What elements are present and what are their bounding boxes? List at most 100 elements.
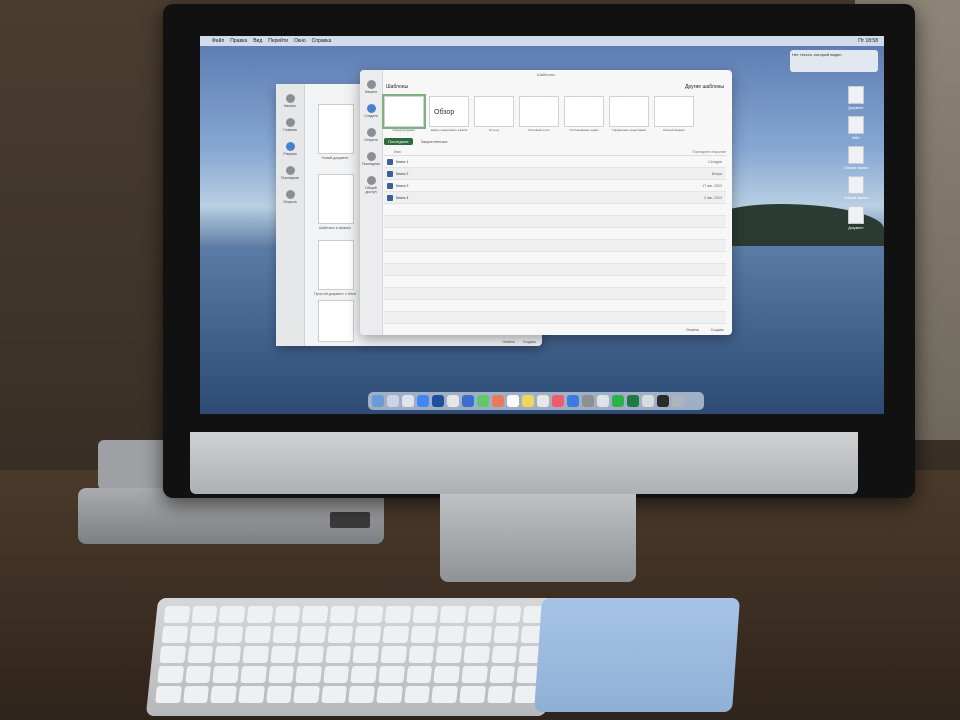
keyboard-key	[433, 666, 461, 683]
cancel-button[interactable]: Отмена	[686, 328, 699, 332]
sidebar-item-shared[interactable]: Общий доступ	[360, 176, 382, 194]
app-icon[interactable]	[642, 395, 654, 407]
messages-icon[interactable]	[477, 395, 489, 407]
file-row[interactable]: Книга 1 Сегодня	[384, 156, 726, 168]
photos-icon[interactable]	[492, 395, 504, 407]
trash-icon[interactable]	[672, 395, 684, 407]
home-icon	[285, 94, 295, 103]
reminders-icon[interactable]	[537, 395, 549, 407]
keyboard-key	[410, 626, 437, 643]
app-icon[interactable]	[447, 395, 459, 407]
template-thumb[interactable]	[318, 240, 354, 290]
file-icon[interactable]	[848, 86, 864, 104]
sidebar-item-main[interactable]: Главная	[276, 118, 304, 132]
sidebar-item-open[interactable]: Открыть	[360, 128, 382, 142]
template-reports[interactable]: Отчеты	[474, 96, 514, 132]
chrome-icon[interactable]	[417, 395, 429, 407]
keyboard-key	[327, 626, 354, 643]
menu-item[interactable]: Вид	[253, 38, 262, 44]
template-welcome-tour[interactable]: Обзор Добро пожаловать в Excel	[429, 96, 469, 132]
template-thumb[interactable]	[318, 104, 354, 154]
keyboard-key	[329, 606, 356, 623]
template-thumbnail	[609, 96, 649, 127]
create-button[interactable]: Создать	[711, 328, 724, 332]
app-icon[interactable]	[597, 395, 609, 407]
menu-item[interactable]: Правка	[230, 38, 247, 44]
template-blank-workbook[interactable]: Новый документ	[382, 94, 426, 132]
mail-icon[interactable]	[462, 395, 474, 407]
gallery-header: Шаблоны Другие шаблоны	[384, 80, 726, 94]
notes-icon[interactable]	[522, 395, 534, 407]
screen: Файл Правка Вид Перейти Окно Справка Пт …	[200, 36, 884, 414]
column-name[interactable]: Имя	[384, 150, 692, 154]
template-caption: Шаблоны и пример	[319, 226, 351, 230]
keyboard-key	[242, 646, 269, 663]
cancel-button[interactable]: Отмена	[502, 340, 515, 344]
gallery-buttons: Отмена Создать	[686, 328, 724, 332]
create-button[interactable]: Создать	[523, 340, 536, 344]
menu-item[interactable]: Справка	[312, 38, 332, 44]
excel-icon[interactable]	[627, 395, 639, 407]
launchpad-icon[interactable]	[387, 395, 399, 407]
keyboard-key	[352, 646, 380, 663]
desktop-icon-label: Снимок экрана	[843, 196, 869, 200]
music-icon[interactable]	[552, 395, 564, 407]
tab-recent[interactable]: Последние	[384, 138, 413, 145]
sidebar-item-pictures[interactable]: Рисунки	[276, 142, 304, 156]
screenshot-icon[interactable]	[848, 176, 864, 194]
keyboard-key	[212, 666, 239, 683]
menu-item[interactable]: Окно	[294, 38, 306, 44]
file-icon[interactable]	[848, 116, 864, 134]
sidebar-item-recent[interactable]: Последние	[276, 166, 304, 180]
keyboard-key	[325, 646, 352, 663]
safari-icon[interactable]	[402, 395, 414, 407]
template-thumb[interactable]	[318, 174, 354, 224]
outlook-icon[interactable]	[432, 395, 444, 407]
keyboard-key	[408, 646, 435, 663]
sidebar-item-home[interactable]: Начало	[276, 94, 304, 108]
keyboard-key	[348, 686, 376, 703]
template-thumb[interactable]	[318, 300, 354, 342]
empty-row	[384, 240, 726, 252]
sidebar-item-open[interactable]: Открыть	[276, 190, 304, 204]
clock-icon	[285, 166, 295, 175]
app-icon[interactable]	[657, 395, 669, 407]
template-task-tracker[interactable]: Отслеживание задач	[564, 96, 604, 132]
more-templates-link[interactable]: Другие шаблоны	[685, 84, 724, 90]
finder-icon[interactable]	[372, 395, 384, 407]
file-tabs: Последние Закрепленные	[384, 138, 726, 145]
new-icon	[366, 104, 376, 113]
keyboard-key	[189, 626, 216, 643]
keyboard-key	[269, 646, 297, 663]
column-date[interactable]: Последнее открытие	[692, 150, 726, 154]
tab-pinned[interactable]: Закрепленные	[417, 138, 452, 145]
sidebar-item-new[interactable]: Создать	[360, 104, 382, 118]
keyboard-key	[274, 606, 301, 623]
sidebar-item-start[interactable]: Начало	[360, 80, 382, 94]
app-store-icon[interactable]	[567, 395, 579, 407]
menu-item[interactable]: Файл	[212, 38, 224, 44]
keyboard-key	[157, 666, 184, 683]
file-row[interactable]: Книга 42 авг. 2023	[384, 192, 726, 204]
screenshot-icon[interactable]	[848, 146, 864, 164]
keyboard-key	[272, 626, 299, 643]
keyboard-key	[161, 626, 188, 643]
calendar-icon[interactable]	[507, 395, 519, 407]
keyboard-key	[323, 666, 350, 683]
template-personal-budget[interactable]: Личный бюджет	[654, 96, 694, 132]
settings-icon[interactable]	[582, 395, 594, 407]
menu-clock[interactable]: Пт 18:58	[858, 38, 878, 44]
whatsapp-icon[interactable]	[612, 395, 624, 407]
template-money-manager[interactable]: Управление средствами	[609, 96, 649, 132]
sidebar-item-recent[interactable]: Последние	[360, 152, 382, 166]
notification-banner[interactable]: Нет текста, который виден	[790, 50, 878, 72]
keyboard-key	[265, 686, 293, 703]
file-icon[interactable]	[848, 206, 864, 224]
keyboard-key	[384, 606, 412, 623]
file-row[interactable]: Книга 3 17 авг. 2023	[384, 180, 726, 192]
file-row[interactable]: Книга 2 Вчера	[384, 168, 726, 180]
template-caption: Управление средствами	[612, 128, 646, 132]
menu-item[interactable]: Перейти	[268, 38, 288, 44]
keyboard-key	[267, 666, 295, 683]
template-summary-report[interactable]: Итоговый отчет	[519, 96, 559, 132]
